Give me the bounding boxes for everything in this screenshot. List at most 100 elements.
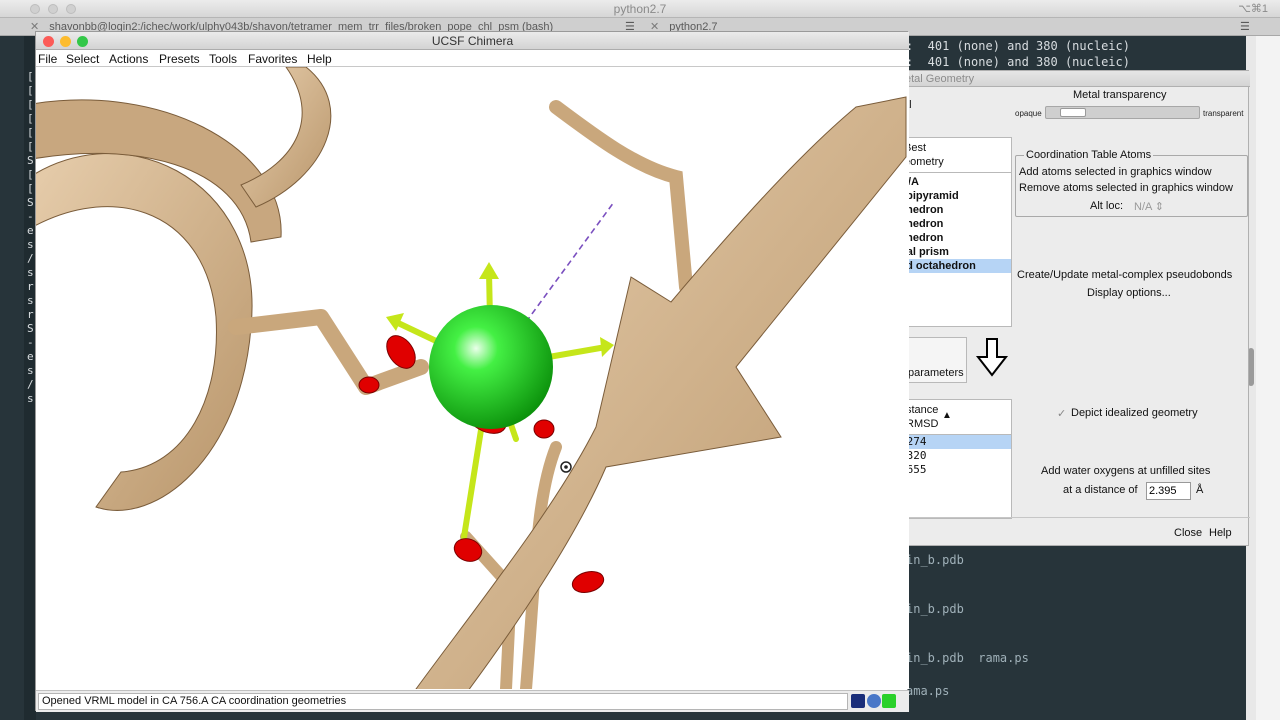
graphics-window[interactable]	[36, 67, 909, 689]
geometry-list-item[interactable]: ed octahedron	[898, 259, 1011, 273]
menu-favorites[interactable]: Favorites	[248, 52, 297, 66]
geometry-list-item[interactable]: ahedron	[898, 203, 1011, 217]
add-water-label: Add water oxygens at unfilled sites	[1041, 465, 1211, 477]
create-pseudobonds-button[interactable]: Create/Update metal-complex pseudobonds	[1017, 269, 1232, 281]
distance-input[interactable]: 2.395	[1146, 482, 1191, 500]
vector-arrowhead	[600, 337, 614, 357]
terminal-gutter-char: s	[27, 266, 34, 279]
opaque-label: opaque	[1015, 109, 1042, 118]
terminal-gutter-char: /	[27, 252, 34, 265]
terminal-gutter-char: e	[27, 350, 34, 363]
menu-help[interactable]: Help	[307, 52, 332, 66]
menu-select[interactable]: Select	[66, 52, 99, 66]
geometry-rows: N/A l bipyramid ahedron ahedron ahedron nal p…	[898, 173, 1011, 293]
ribbon-helix	[36, 153, 253, 511]
terminal-gutter-char: s	[27, 238, 34, 251]
slider-thumb[interactable]	[1060, 108, 1086, 117]
rmsd-rows: .274.320.655	[898, 435, 1011, 480]
rmsd-list[interactable]: stance RMSD ▲ .274.320.655	[897, 399, 1012, 519]
geometry-list-item[interactable]: ahedron	[898, 231, 1011, 245]
dialog-title-text: etal Geometry	[905, 73, 975, 85]
depict-idealized-label: Depict idealized geometry	[1071, 407, 1198, 419]
menu-tools[interactable]: Tools	[209, 52, 237, 66]
terminal-line: : 401 (none) and 380 (nucleic)	[906, 39, 1130, 53]
metal-transparency-slider[interactable]	[1045, 106, 1200, 119]
terminal-line: in_b.pdb	[906, 602, 964, 616]
updown-icon: ⇕	[1154, 201, 1165, 213]
status-bar: Opened VRML model in CA 756.A CA coordin…	[36, 690, 909, 712]
sequence-icon[interactable]	[882, 694, 896, 708]
remove-atoms-button[interactable]: Remove atoms selected in graphics window	[1019, 182, 1233, 194]
divider	[897, 517, 1250, 518]
coordination-table-group: Coordination Table Atoms Add atoms selec…	[1015, 149, 1248, 217]
terminal-gutter-char: S	[27, 196, 34, 209]
menu-file[interactable]: File	[38, 52, 57, 66]
terminal-gutter-char: e	[27, 224, 34, 237]
menu-presets[interactable]: Presets	[159, 52, 200, 66]
terminal-gutter-char: -	[27, 336, 34, 349]
terminal-line: in_b.pdb rama.ps	[906, 651, 1029, 665]
terminal-gutter-char: [	[27, 182, 34, 195]
terminal-gutter-char: S	[27, 154, 34, 167]
terminal-gutter-char: r	[27, 308, 34, 321]
terminal-line: in_b.pdb	[906, 553, 964, 567]
geometry-list-item[interactable]: ahedron	[898, 217, 1011, 231]
terminal-line: ama.ps	[906, 684, 950, 698]
rmsd-list-item[interactable]: .274	[898, 435, 1011, 449]
menu-actions[interactable]: Actions	[109, 52, 148, 66]
distance-label: at a distance of	[1063, 484, 1138, 496]
terminal-side-panel	[1256, 36, 1280, 720]
info-icon[interactable]	[867, 694, 881, 708]
terminal-gutter-char: [	[27, 70, 34, 83]
terminal-gutter-char: /	[27, 378, 34, 391]
terminal-gutter-char: [	[27, 168, 34, 181]
terminal-gutter-char: r	[27, 280, 34, 293]
terminal-gutter-char: [	[27, 84, 34, 97]
terminal-gutter-char: [	[27, 126, 34, 139]
dialog-title: etal Geometry	[897, 71, 1250, 87]
cursor-icon	[560, 461, 572, 473]
alt-loc-label: Alt loc:	[1090, 200, 1124, 212]
status-message: Opened VRML model in CA 756.A CA coordin…	[38, 693, 848, 710]
rmsd-list-item[interactable]: .655	[898, 463, 1011, 477]
depict-checkbox[interactable]: ✓	[1057, 407, 1066, 420]
distance-unit: Å	[1196, 484, 1204, 496]
transparent-label: transparent	[1203, 109, 1244, 118]
geometry-list-item[interactable]: N/A	[898, 175, 1011, 189]
vector-arrowhead	[479, 262, 499, 279]
terminal-gutter-char: [	[27, 140, 34, 153]
rmsd-header: RMSD	[906, 418, 939, 430]
tab-menu-icon[interactable]: ☰	[1240, 18, 1250, 36]
list-header: eometry	[904, 156, 944, 168]
molecular-scene[interactable]	[36, 67, 909, 689]
pseudobond	[525, 201, 615, 323]
terminal-gutter-char: s	[27, 294, 34, 307]
terminal-titlebar: python2.7 ⌥⌘1	[0, 0, 1280, 18]
terminal-line: : 401 (none) and 380 (nucleic)	[906, 55, 1130, 69]
terminal-gutter-char: -	[27, 210, 34, 223]
terminal-gutter-char: s	[27, 364, 34, 377]
sort-ascending-icon[interactable]: ▲	[942, 410, 952, 421]
add-atoms-button[interactable]: Add atoms selected in graphics window	[1019, 166, 1212, 178]
lightning-icon[interactable]	[851, 694, 865, 708]
geometry-list-item[interactable]: nal prism	[898, 245, 1011, 259]
alt-loc-value: N/A	[1134, 201, 1152, 213]
chimera-window-title: UCSF Chimera	[431, 34, 514, 48]
down-arrow-icon	[975, 338, 1009, 377]
rmsd-list-item[interactable]: .320	[898, 449, 1011, 463]
parameters-label: parameters	[908, 367, 964, 379]
calcium-ion	[429, 305, 553, 429]
geometry-list-item[interactable]: l bipyramid	[898, 189, 1011, 203]
group-title: Coordination Table Atoms	[1024, 149, 1154, 161]
help-button[interactable]: Help	[1209, 527, 1232, 539]
metal-transparency-label: Metal transparency	[1073, 89, 1167, 101]
backbone-tube	[549, 100, 693, 294]
close-button[interactable]: Close	[1174, 527, 1202, 539]
terminal-window-title: python2.7	[613, 2, 667, 16]
best-geometry-list[interactable]: Best eometry N/A l bipyramid ahedron ahedro…	[897, 137, 1012, 327]
alt-loc-select[interactable]: N/A ⇕	[1134, 200, 1164, 213]
chimera-window: UCSF Chimera File Select Actions Presets…	[35, 31, 909, 712]
terminal-gutter-char: [	[27, 112, 34, 125]
display-options-button[interactable]: Display options...	[1087, 287, 1171, 299]
terminal-gutter-char: s	[27, 392, 34, 405]
